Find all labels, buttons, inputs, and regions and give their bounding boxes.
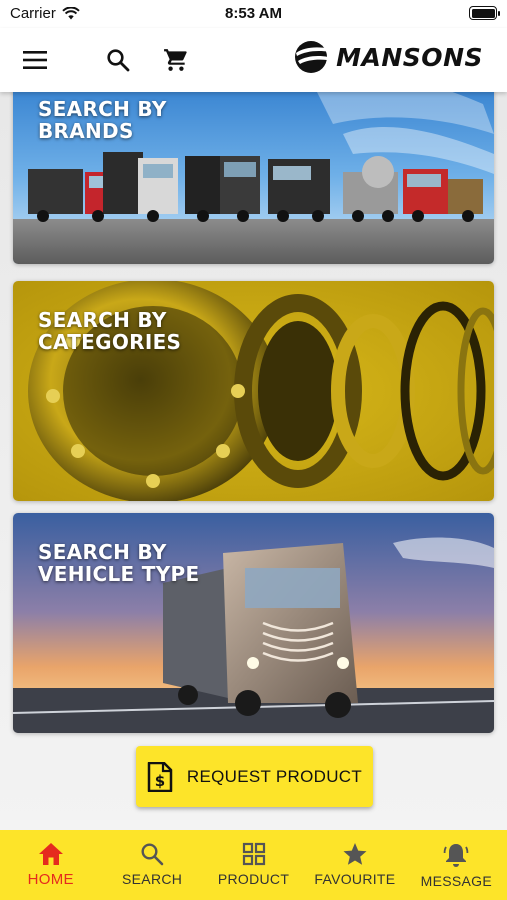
nav-search-label: SEARCH: [122, 871, 183, 887]
cart-icon: [164, 49, 187, 71]
mansons-logo-icon: [295, 41, 332, 73]
bell-icon: [444, 844, 469, 867]
home-icon: [38, 843, 63, 865]
card-title-line: SEARCH BY: [38, 540, 167, 564]
status-bar: Carrier 8:53 AM: [0, 0, 507, 28]
nav-message-label: MESSAGE: [420, 873, 492, 889]
nav-search[interactable]: SEARCH: [101, 830, 202, 900]
card-title-line: CATEGORIES: [38, 330, 182, 354]
menu-icon: [23, 51, 47, 69]
search-icon: [107, 49, 130, 72]
card-title-line: SEARCH BY: [38, 308, 167, 332]
card-search-by-brands[interactable]: SEARCH BY BRANDS: [13, 92, 494, 264]
card-title-line: SEARCH BY: [38, 97, 167, 121]
dollar-document-icon: $: [147, 761, 173, 792]
card-title-vehicle-type: SEARCH BY VEHICLE TYPE: [38, 541, 199, 585]
nav-home-label: HOME: [27, 871, 74, 888]
grid-icon: [242, 842, 265, 866]
app-header: MANSONS: [0, 28, 507, 92]
card-search-by-vehicle-type[interactable]: SEARCH BY VEHICLE TYPE: [13, 513, 494, 733]
nav-product[interactable]: PRODUCT: [203, 830, 304, 900]
nav-favourite[interactable]: FAVOURITE: [304, 830, 405, 900]
card-search-by-categories[interactable]: SEARCH BY CATEGORIES: [13, 281, 494, 501]
request-product-label: REQUEST PRODUCT: [186, 766, 363, 786]
brand-name: MANSONS: [336, 42, 483, 72]
status-time: 8:53 AM: [225, 5, 282, 22]
home-content[interactable]: SEARCH BY BRANDS SEARCH BY CATEGORIES SE…: [0, 92, 507, 830]
brand-logo: MANSONS: [294, 40, 483, 74]
menu-button[interactable]: [19, 44, 51, 76]
search-icon: [141, 843, 164, 866]
request-product-button[interactable]: $ REQUEST PRODUCT: [136, 746, 373, 807]
nav-message[interactable]: MESSAGE: [406, 830, 507, 900]
card-title-line: BRANDS: [38, 119, 134, 143]
nav-favourite-label: FAVOURITE: [314, 871, 396, 887]
card-title-categories: SEARCH BY CATEGORIES: [38, 309, 181, 353]
header-search-button[interactable]: [102, 44, 134, 76]
bottom-navigation: HOME SEARCH PRODUCT FAVOURITE MESSAGE: [0, 830, 507, 900]
cart-button[interactable]: [160, 44, 192, 76]
card-title-line: VEHICLE TYPE: [38, 562, 200, 586]
svg-text:$: $: [155, 772, 165, 790]
card-title-brands: SEARCH BY BRANDS: [38, 98, 167, 142]
nav-home[interactable]: HOME: [0, 830, 101, 900]
battery-icon: [469, 6, 500, 20]
nav-product-label: PRODUCT: [217, 871, 290, 887]
star-icon: [343, 843, 367, 865]
